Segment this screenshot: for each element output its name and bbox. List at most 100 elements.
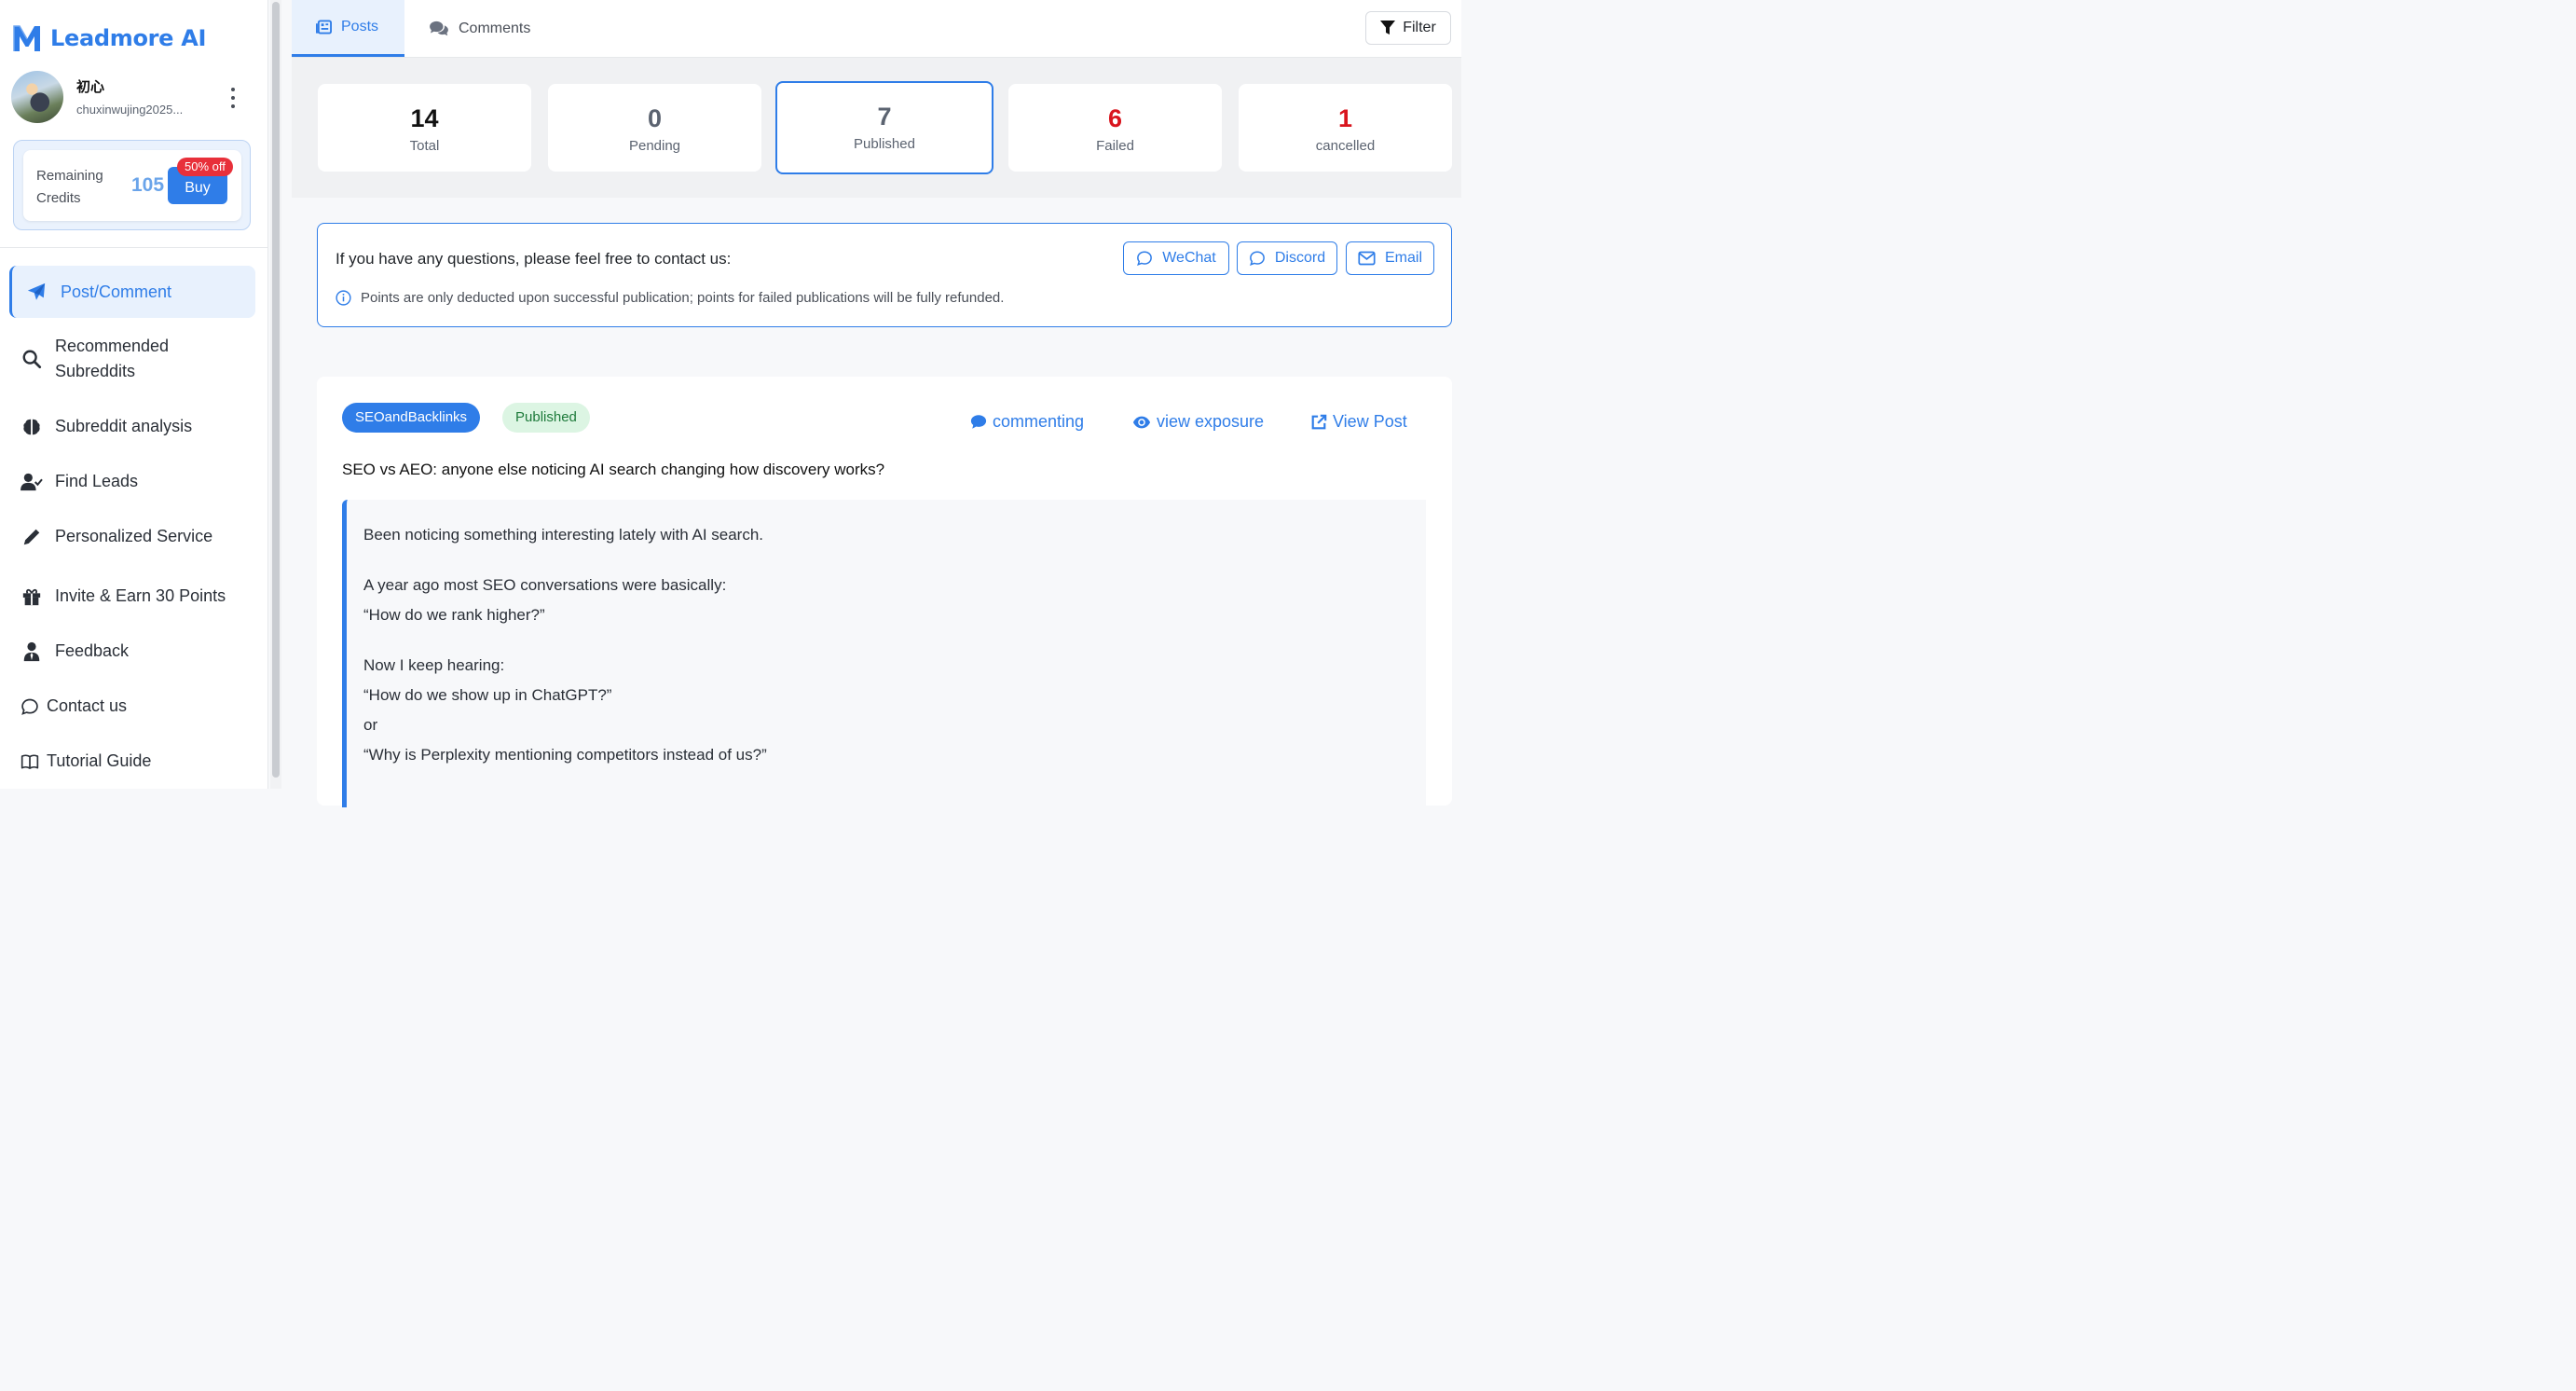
gift-icon <box>21 585 43 608</box>
credits-value: 105 <box>131 174 165 196</box>
external-link-icon <box>1311 414 1327 429</box>
filter-icon <box>1380 21 1396 34</box>
stat-label: cancelled <box>1315 138 1376 154</box>
sidebar-item-feedback[interactable]: Feedback <box>9 639 255 664</box>
post-line: “How do we show up in ChatGPT?” <box>363 686 612 704</box>
main-content: Posts Comments Filter 14 Total 0 Pending… <box>292 0 1461 807</box>
stat-value: 6 <box>1107 104 1123 132</box>
stat-label: Published <box>854 136 915 152</box>
pencil-icon <box>21 526 43 548</box>
stat-card-cancelled[interactable]: 1 cancelled <box>1239 84 1452 172</box>
post-line: “Why is Perplexity mentioning competitor… <box>363 746 767 764</box>
sidebar-item-tutorial-guide[interactable]: Tutorial Guide <box>9 749 255 774</box>
user-email: chuxinwujing2025... <box>76 103 184 117</box>
stats-band: 14 Total 0 Pending 7 Published 6 Failed … <box>292 58 1461 198</box>
subreddit-tag[interactable]: SEOandBacklinks <box>342 403 481 433</box>
stat-card-published[interactable]: 7 Published <box>775 81 993 174</box>
view-post-link[interactable]: View Post <box>1310 412 1407 432</box>
tab-label: Posts <box>341 19 379 34</box>
post-line: Now I keep hearing: <box>363 656 505 674</box>
tab-comments[interactable]: Comments <box>429 0 559 57</box>
user-tie-icon <box>21 640 43 663</box>
sidebar-divider <box>0 247 268 248</box>
post-paragraph: Now I keep hearing: “How do we show up i… <box>363 651 1426 770</box>
sidebar-scrollbar[interactable] <box>270 0 281 789</box>
tab-bar: Posts Comments Filter <box>292 0 1461 58</box>
logo-m-icon <box>13 25 40 51</box>
stat-value: 0 <box>647 104 663 132</box>
sidebar-item-contact-us[interactable]: Contact us <box>9 694 255 719</box>
view-post-label: View Post <box>1333 412 1407 431</box>
post-line: Been noticing something interesting late… <box>363 526 764 544</box>
post-paragraph: Been noticing something interesting late… <box>363 520 1426 550</box>
sidebar-item-post-comment[interactable]: Post/Comment <box>9 266 255 318</box>
credits-card: Remaining Credits 105 Buy 50% off <box>23 150 241 221</box>
more-vertical-icon[interactable] <box>226 88 240 108</box>
paper-plane-icon <box>25 281 48 303</box>
post-line: or <box>363 716 378 734</box>
commenting-link[interactable]: commenting <box>970 412 1084 432</box>
sidebar-item-label: Invite & Earn 30 Points <box>55 586 226 605</box>
post-title: SEO vs AEO: anyone else noticing AI sear… <box>342 461 885 478</box>
post-body: Been noticing something interesting late… <box>342 500 1426 807</box>
discount-badge: 50% off <box>177 158 233 176</box>
chat-bubble-icon <box>1137 251 1153 266</box>
stat-card-total[interactable]: 14 Total <box>318 84 531 172</box>
stat-value: 7 <box>877 103 892 131</box>
wechat-button[interactable]: WeChat <box>1123 241 1229 275</box>
contact-notice: If you have any questions, please feel f… <box>317 223 1452 327</box>
filter-label: Filter <box>1403 20 1436 35</box>
credits-panel: Remaining Credits 105 Buy 50% off <box>13 140 251 230</box>
eye-icon <box>1132 416 1151 428</box>
mail-icon <box>1358 251 1376 266</box>
user-name: 初心 <box>76 79 105 95</box>
post-line: “How do we rank higher?” <box>363 606 545 624</box>
view-exposure-label: view exposure <box>1157 412 1265 431</box>
stat-value: 14 <box>410 104 439 132</box>
sidebar-item-label: Contact us <box>47 696 128 715</box>
sidebar-item-label: Subreddit analysis <box>55 417 193 435</box>
sidebar-item-find-leads[interactable]: Find Leads <box>9 469 255 494</box>
search-icon <box>21 348 43 370</box>
sidebar-item-label: Tutorial Guide <box>47 751 152 770</box>
tab-label: Comments <box>459 20 531 36</box>
sidebar-item-recommended-subreddits[interactable]: Recommended Subreddits <box>9 334 255 384</box>
sidebar-item-label: Feedback <box>55 641 130 660</box>
stat-label: Failed <box>1096 138 1134 154</box>
avatar[interactable] <box>11 71 63 123</box>
sidebar-item-label: Recommended Subreddits <box>55 337 170 380</box>
sidebar-item-label: Post/Comment <box>61 282 172 301</box>
filter-button[interactable]: Filter <box>1365 11 1451 45</box>
credits-label: Remaining Credits <box>36 168 103 206</box>
sidebar-item-label: Personalized Service <box>55 527 213 545</box>
scrollbar-thumb[interactable] <box>272 2 280 778</box>
email-button[interactable]: Email <box>1346 241 1434 275</box>
info-icon <box>336 290 351 306</box>
brand-logo[interactable]: Leadmore AI <box>11 22 206 54</box>
book-icon <box>19 751 41 773</box>
chat-bubble-icon <box>1249 251 1265 266</box>
discord-button[interactable]: Discord <box>1237 241 1337 275</box>
refund-note: Points are only deducted upon successful… <box>336 290 1004 306</box>
post-line: A year ago most SEO conversations were b… <box>363 576 727 594</box>
discord-label: Discord <box>1274 250 1326 266</box>
sidebar-item-personalized-service[interactable]: Personalized Service <box>9 524 255 549</box>
stat-label: Total <box>409 138 440 154</box>
status-badge: Published <box>502 403 590 433</box>
contact-title: If you have any questions, please feel f… <box>336 250 732 268</box>
stat-label: Pending <box>628 138 681 154</box>
brand-name: Leadmore AI <box>50 25 207 51</box>
sidebar-item-invite-earn[interactable]: Invite & Earn 30 Points <box>9 584 255 609</box>
user-profile: 初心 chuxinwujing2025... <box>11 71 253 125</box>
view-exposure-link[interactable]: view exposure <box>1132 412 1264 432</box>
brain-icon <box>21 416 43 438</box>
comments-icon <box>430 21 448 35</box>
stat-card-pending[interactable]: 0 Pending <box>548 84 761 172</box>
email-label: Email <box>1384 250 1422 266</box>
post-paragraph: A year ago most SEO conversations were b… <box>363 571 1426 630</box>
list-icon <box>316 20 332 34</box>
sidebar-item-subreddit-analysis[interactable]: Subreddit analysis <box>9 414 255 439</box>
tab-posts[interactable]: Posts <box>292 0 404 57</box>
stat-value: 1 <box>1337 104 1353 132</box>
stat-card-failed[interactable]: 6 Failed <box>1008 84 1222 172</box>
